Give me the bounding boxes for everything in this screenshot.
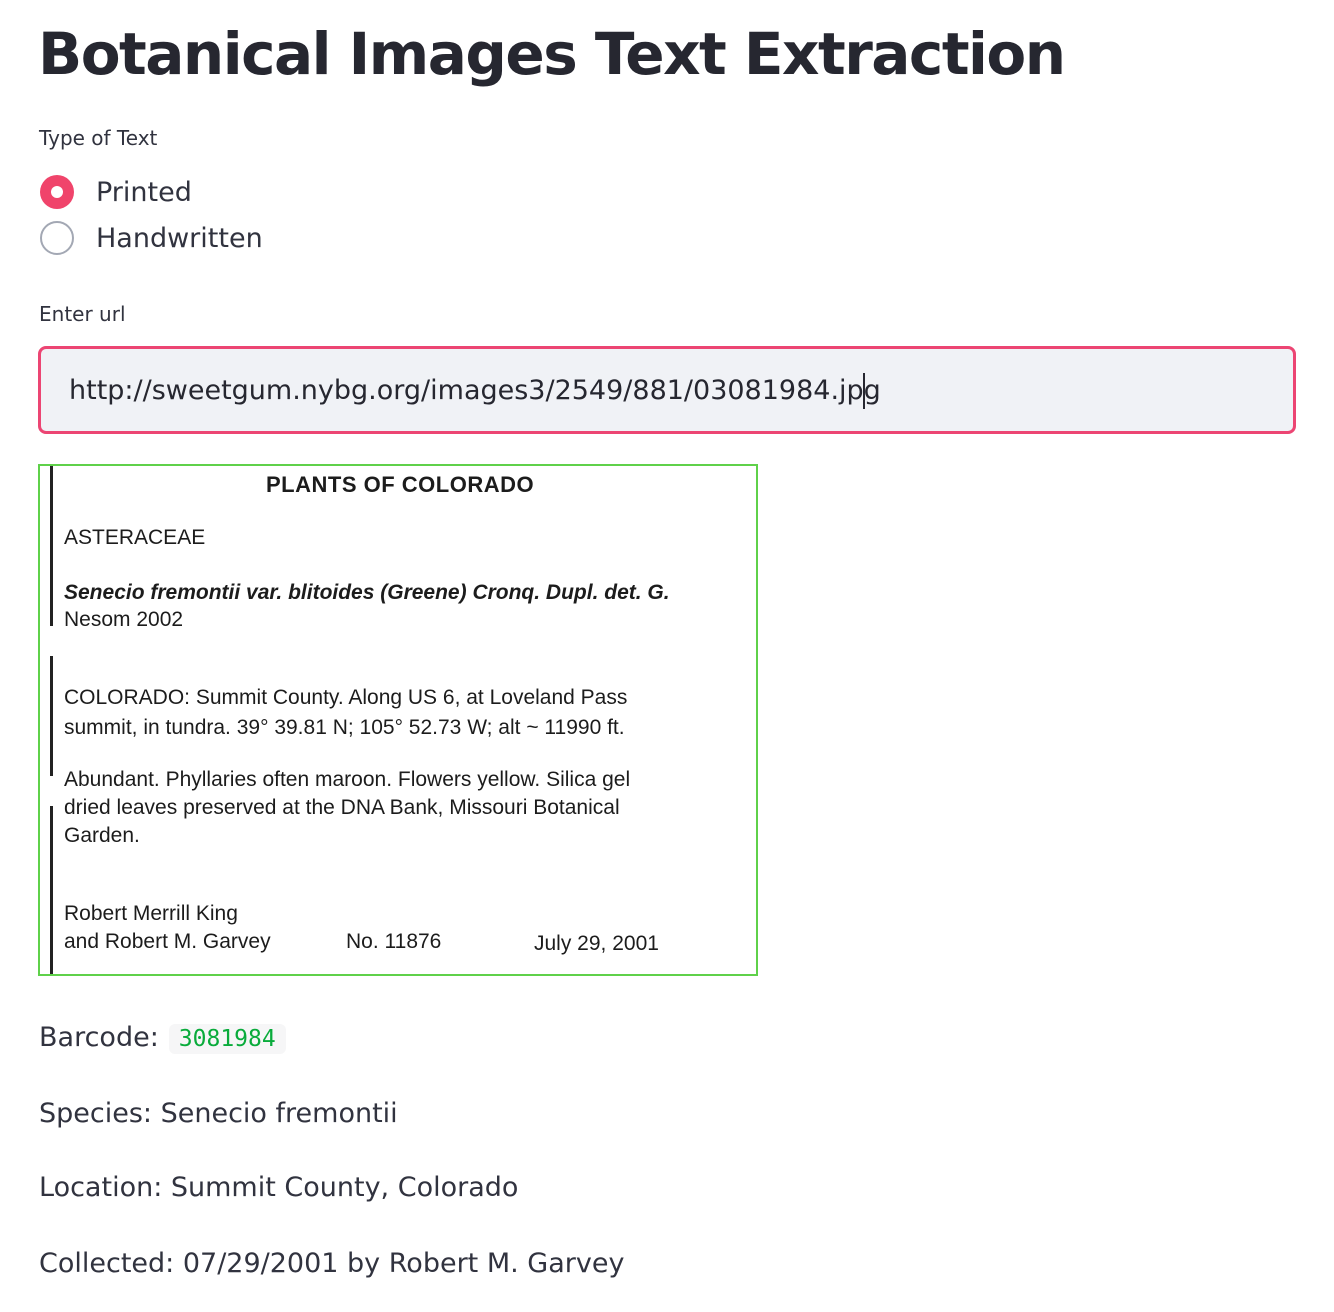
url-input-container[interactable]	[38, 346, 1296, 434]
barcode-result: Barcode: 3081984	[39, 1022, 286, 1054]
scan-edge-line	[50, 466, 53, 626]
radio-option-handwritten[interactable]: Handwritten	[40, 218, 263, 258]
specimen-date: July 29, 2001	[534, 932, 659, 955]
specimen-taxon-line: Nesom 2002	[64, 608, 184, 631]
page-title: Botanical Images Text Extraction	[38, 20, 1066, 88]
specimen-locality-line: summit, in tundra. 39° 39.81 N; 105° 52.…	[64, 716, 625, 739]
text-caret	[863, 373, 865, 409]
species-result: Species: Senecio fremontii	[39, 1098, 398, 1129]
specimen-number: No. 11876	[346, 930, 442, 953]
specimen-collector-line: and Robert M. Garvey	[64, 930, 271, 953]
specimen-collector-line: Robert Merrill King	[64, 902, 238, 925]
specimen-heading: PLANTS OF COLORADO	[266, 472, 535, 497]
barcode-value: 3081984	[168, 1023, 286, 1054]
specimen-family: ASTERACEAE	[64, 526, 206, 549]
specimen-habitat-line: dried leaves preserved at the DNA Bank, …	[64, 796, 620, 819]
specimen-habitat-line: Abundant. Phyllaries often maroon. Flowe…	[64, 768, 631, 791]
url-input[interactable]	[69, 349, 1259, 431]
specimen-locality-line: COLORADO: Summit County. Along US 6, at …	[64, 686, 628, 709]
radio-label-handwritten: Handwritten	[96, 222, 263, 254]
specimen-habitat-line: Garden.	[64, 824, 140, 847]
collected-result: Collected: 07/29/2001 by Robert M. Garve…	[39, 1248, 625, 1279]
scan-edge-line	[50, 656, 53, 776]
specimen-label-image: PLANTS OF COLORADO ASTERACEAE Senecio fr…	[38, 464, 758, 976]
scan-edge-line	[50, 806, 53, 974]
radio-option-printed[interactable]: Printed	[40, 172, 192, 212]
radio-label-printed: Printed	[96, 176, 192, 208]
barcode-label: Barcode:	[39, 1022, 159, 1053]
radio-selected-icon[interactable]	[40, 175, 74, 209]
specimen-taxon-line: Senecio fremontii var. blitoides (Greene…	[64, 581, 670, 604]
radio-unselected-icon[interactable]	[40, 221, 74, 255]
text-type-label: Type of Text	[39, 126, 158, 150]
location-result: Location: Summit County, Colorado	[39, 1172, 519, 1203]
url-label: Enter url	[39, 302, 126, 326]
